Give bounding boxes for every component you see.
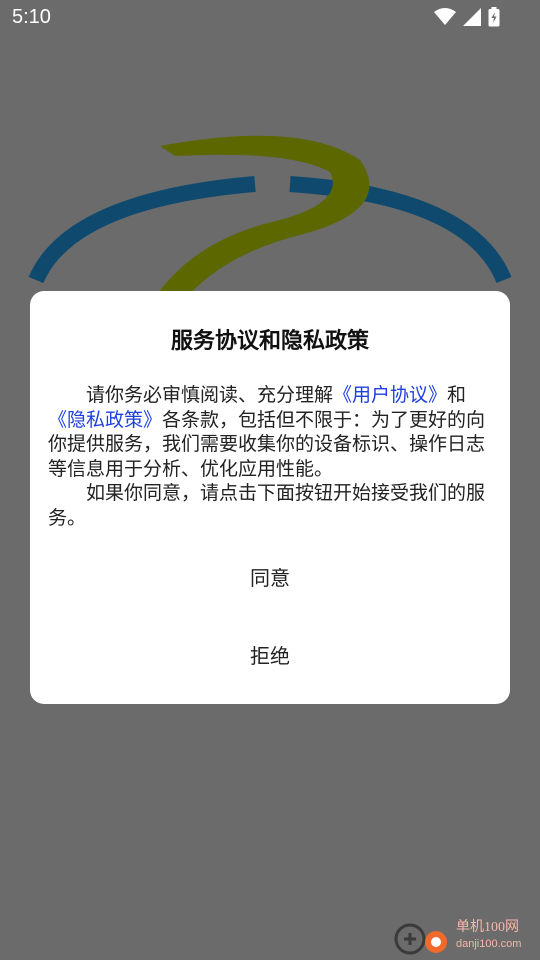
consent-dialog: 服务协议和隐私政策 请你务必审慎阅读、充分理解《用户协议》和《隐私政策》各条款，… <box>30 291 510 704</box>
splash-logo <box>28 135 512 305</box>
consent-and-text: 和 <box>447 384 467 406</box>
wifi-icon <box>434 8 456 30</box>
watermark-text: 单机100网 <box>456 920 519 935</box>
watermark-logo-icon <box>394 923 447 955</box>
status-time: 5:10 <box>12 6 51 28</box>
watermark: 单机100网 danji100.com <box>390 914 540 960</box>
dialog-body: 请你务必审慎阅读、充分理解《用户协议》和《隐私政策》各条款，包括但不限于：为了更… <box>48 383 494 530</box>
privacy-policy-link[interactable]: 《隐私政策》 <box>48 409 162 431</box>
consent-lead-text: 请你务必审慎阅读、充分理解 <box>86 384 334 406</box>
dialog-title: 服务协议和隐私政策 <box>170 329 369 354</box>
watermark-url: danji100.com <box>456 938 522 950</box>
consent-paragraph-2: 如果你同意，请点击下面按钮开始接受我们的服务。 <box>48 482 486 529</box>
status-bar: 5:10 <box>0 0 540 36</box>
cell-signal-icon <box>463 8 481 30</box>
status-icons <box>434 7 500 31</box>
consent-paragraph-1: 请你务必审慎阅读、充分理解《用户协议》和《隐私政策》各条款，包括但不限于：为了更… <box>48 383 494 481</box>
battery-icon <box>488 7 500 31</box>
reject-button[interactable]: 拒绝 <box>30 630 510 678</box>
agree-button[interactable]: 同意 <box>30 552 510 600</box>
user-agreement-link[interactable]: 《用户协议》 <box>333 384 447 406</box>
